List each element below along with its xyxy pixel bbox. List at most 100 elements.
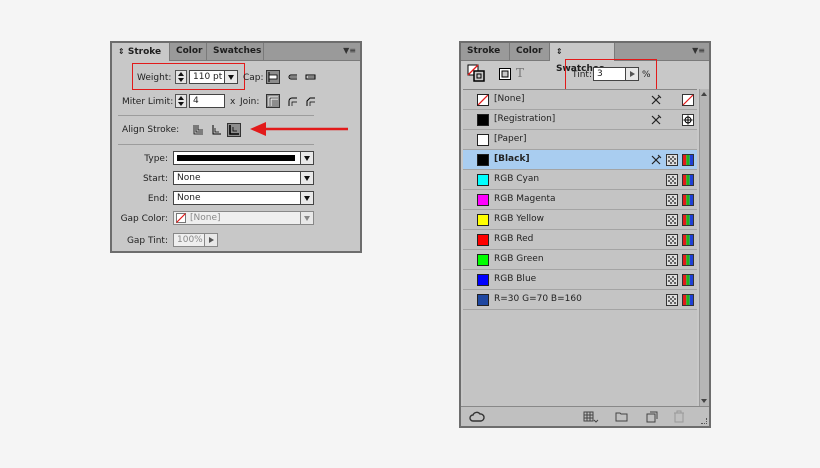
new-swatch-icon[interactable] — [646, 411, 658, 423]
gap-color-dropdown-button[interactable] — [300, 211, 314, 225]
process-color-icon — [666, 234, 678, 246]
align-inside-icon[interactable] — [209, 123, 223, 137]
align-outside-icon[interactable] — [227, 123, 241, 137]
swatch-row[interactable]: RGB Green — [463, 250, 697, 270]
formatting-container-icon[interactable] — [499, 68, 511, 80]
swatch-row[interactable]: [Registration] — [463, 110, 697, 130]
swatch-row[interactable]: RGB Red — [463, 230, 697, 250]
miter-limit-stepper[interactable] — [175, 94, 187, 108]
process-color-icon — [666, 274, 678, 286]
swatch-chip — [477, 114, 489, 126]
rgb-mode-icon — [682, 294, 694, 306]
show-swatch-views-icon[interactable] — [583, 411, 599, 423]
start-label: Start: — [142, 174, 168, 184]
scroll-up-icon[interactable] — [701, 92, 707, 96]
butt-cap-icon[interactable] — [266, 70, 280, 84]
swatches-bottom-bar — [461, 406, 709, 426]
tab-stroke[interactable]: Stroke — [461, 43, 510, 61]
process-color-icon — [666, 154, 678, 166]
tab-collapse-icon: ⇕ — [118, 47, 125, 56]
swatch-name: [Registration] — [494, 114, 556, 124]
start-dropdown-button[interactable] — [300, 171, 314, 185]
swatch-chip — [477, 214, 489, 226]
swatches-panel: Stroke Color ⇕ Swatches ▼≡ T Tint: 3 % [… — [459, 41, 711, 428]
gap-color-select[interactable]: [None] — [173, 211, 301, 225]
panel-menu-icon[interactable]: ▼≡ — [692, 46, 705, 55]
process-color-icon — [666, 254, 678, 266]
stroke-type-select[interactable] — [173, 151, 301, 165]
tab-swatches[interactable]: Swatches — [207, 43, 264, 61]
round-join-icon[interactable] — [285, 94, 299, 108]
swatch-row[interactable]: [None] — [463, 90, 697, 110]
tab-color[interactable]: Color — [170, 43, 207, 61]
delete-trash-icon[interactable] — [673, 410, 685, 423]
join-label: Join: — [240, 97, 260, 107]
swatch-name: RGB Magenta — [494, 194, 556, 204]
bevel-join-icon[interactable] — [303, 94, 317, 108]
swatches-scrollbar[interactable] — [699, 89, 709, 407]
swatch-name: [None] — [494, 94, 525, 104]
miter-limit-input[interactable]: 4 — [189, 94, 225, 108]
type-label: Type: — [144, 154, 168, 164]
rgb-mode-icon — [682, 194, 694, 206]
rgb-mode-icon — [682, 274, 694, 286]
gap-tint-arrow-button[interactable] — [204, 233, 218, 247]
start-select[interactable]: None — [173, 171, 301, 185]
end-label: End: — [147, 194, 168, 204]
resize-grip-icon[interactable] — [701, 418, 707, 424]
projecting-cap-icon[interactable] — [303, 70, 317, 84]
swatch-name: RGB Green — [494, 254, 544, 264]
miter-join-icon[interactable] — [266, 94, 280, 108]
rgb-mode-icon — [682, 174, 694, 186]
locked-pencil-icon — [650, 114, 662, 126]
swatch-row[interactable]: [Paper] — [463, 130, 697, 150]
cloud-library-icon[interactable] — [469, 411, 485, 422]
swatch-row[interactable]: [Black] — [463, 150, 697, 170]
process-color-icon — [666, 214, 678, 226]
swatch-name: RGB Cyan — [494, 174, 540, 184]
swatch-name: RGB Blue — [494, 274, 537, 284]
end-dropdown-button[interactable] — [300, 191, 314, 205]
stroke-panel: ⇕ Stroke Color Swatches ▼≡ Weight: 110 p… — [110, 41, 362, 253]
cap-label: Cap: — [243, 73, 264, 83]
rgb-mode-icon — [682, 254, 694, 266]
end-select[interactable]: None — [173, 191, 301, 205]
fill-stroke-icon[interactable] — [467, 64, 485, 82]
divider — [118, 115, 314, 116]
scroll-down-icon[interactable] — [701, 399, 707, 403]
weight-highlight-box — [132, 63, 245, 90]
formatting-text-icon[interactable]: T — [516, 66, 524, 80]
stroke-panel-tabbar: ⇕ Stroke Color Swatches ▼≡ — [112, 43, 360, 61]
swatch-name: [Black] — [494, 154, 530, 164]
swatch-name: [Paper] — [494, 134, 527, 144]
new-group-folder-icon[interactable] — [615, 411, 628, 422]
swatch-name: R=30 G=70 B=160 — [494, 294, 582, 304]
locked-pencil-icon — [650, 154, 662, 166]
align-center-icon[interactable] — [191, 123, 205, 137]
none-type-icon — [682, 94, 694, 106]
swatch-chip — [477, 254, 489, 266]
swatch-row[interactable]: RGB Magenta — [463, 190, 697, 210]
rgb-mode-icon — [682, 214, 694, 226]
swatches-list[interactable]: [None] [Registration] [Paper] [Black] RGB Cy… — [463, 89, 697, 407]
tint-highlight-box — [565, 59, 657, 92]
miter-limit-label: Miter Limit: — [122, 97, 174, 107]
stroke-type-preview — [177, 155, 295, 161]
miter-x-label: x — [230, 97, 236, 107]
swatch-chip — [477, 274, 489, 286]
rgb-mode-icon — [682, 154, 694, 166]
swatch-name: RGB Red — [494, 234, 534, 244]
swatch-row[interactable]: RGB Cyan — [463, 170, 697, 190]
stroke-type-dropdown-button[interactable] — [300, 151, 314, 165]
swatch-chip — [477, 154, 489, 166]
swatch-row[interactable]: R=30 G=70 B=160 — [463, 290, 697, 310]
panel-menu-icon[interactable]: ▼≡ — [343, 46, 356, 55]
tab-stroke[interactable]: ⇕ Stroke — [112, 43, 170, 61]
tab-color[interactable]: Color — [510, 43, 550, 61]
gap-tint-label: Gap Tint: — [126, 236, 168, 246]
gap-tint-input[interactable]: 100% — [173, 233, 205, 247]
swatch-row[interactable]: RGB Blue — [463, 270, 697, 290]
swatch-row[interactable]: RGB Yellow — [463, 210, 697, 230]
swatch-name: RGB Yellow — [494, 214, 544, 224]
round-cap-icon[interactable] — [285, 70, 299, 84]
